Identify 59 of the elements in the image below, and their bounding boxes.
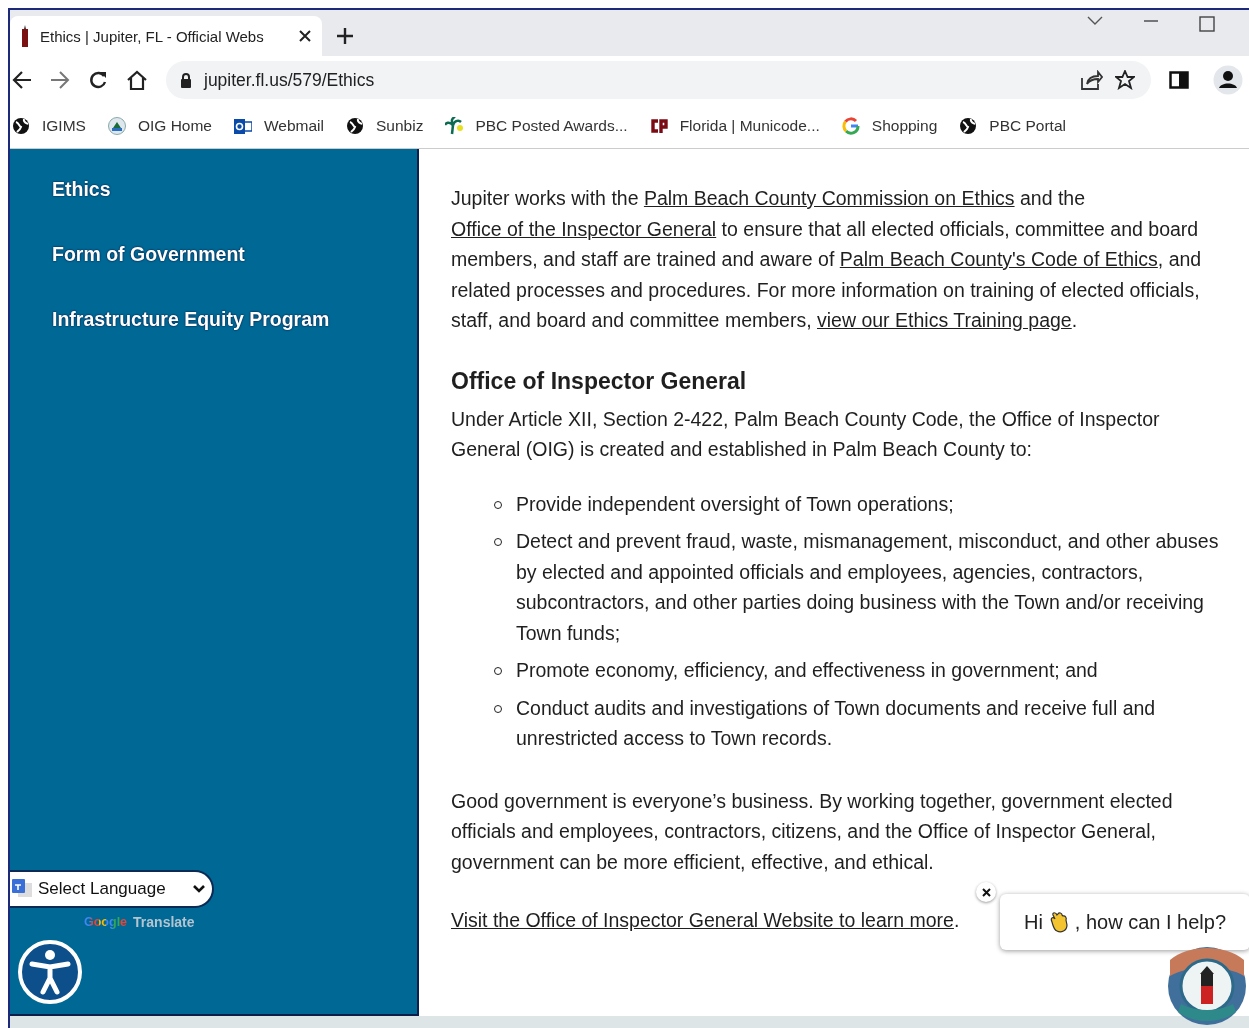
google-brand: Google	[84, 915, 128, 929]
star-icon[interactable]	[1115, 70, 1135, 90]
globe-icon	[12, 117, 30, 135]
paragraph: Jupiter works with the Palm Beach County Commission on Ethics and the Office of the Inspector General to ensure that all elected officials, committee and board members, and staff are trained and aware of Palm Beach County's Code of Ethics, and related processes and procedures. For more information on training of elected officials, staff, and board and committee members, view our Ethics Training page.	[451, 186, 1203, 333]
chat-text: , how can I help?	[1074, 910, 1227, 934]
link[interactable]: Palm Beach County Commission on Ethics	[643, 187, 1015, 209]
forward-arrow-icon[interactable]	[50, 71, 70, 89]
browser-tab[interactable]: Ethics | Jupiter, FL - Official Webs	[10, 16, 322, 56]
list-item-text: Provide independent oversight of Town operations;	[516, 492, 954, 515]
maximize-icon[interactable]	[1199, 16, 1215, 32]
globe-icon	[959, 117, 978, 135]
nav-link[interactable]: Form of Government	[10, 240, 417, 305]
share-icon[interactable]	[1081, 70, 1103, 90]
lock-icon	[180, 72, 192, 88]
home-icon[interactable]	[126, 70, 148, 90]
chevron-down-icon[interactable]	[1087, 16, 1103, 26]
list-item-text: Detect and prevent fraud, waste, mismanagement, misconduct, and other abuses by elected and appointed officials and employees, agencies, contractors, subcontractors, and other parties doing business with the Town and/or receiving Town funds;	[516, 530, 1219, 644]
close-button[interactable]	[976, 882, 996, 902]
link[interactable]: Office of the Inspector General	[451, 217, 717, 240]
bookmark[interactable]: Florida | Municode...	[649, 117, 820, 135]
globe-icon	[346, 117, 364, 135]
link[interactable]: view our Ethics Training page	[817, 309, 1072, 331]
list-item-text: Conduct audits and investigations of Town documents and receive full and unrestricted access to Town records.	[516, 696, 1156, 749]
new-tab-icon[interactable]	[336, 27, 354, 45]
paragraph: Good government is everyone’s business. By working together, government elected officials and employees, contractors, citizens, and the Office of Inspector General, government can be more efficient, effective, and ethical.	[451, 788, 1174, 875]
accessibility-icon[interactable]	[18, 940, 82, 1004]
section-heading: Office of Inspector General	[451, 366, 748, 396]
municode-icon	[649, 117, 668, 135]
chevron-down-icon	[192, 884, 206, 894]
bookmark[interactable]: PBC Posted Awards...	[445, 117, 628, 135]
nav-link[interactable]: Ethics	[10, 175, 417, 240]
side-panel-icon[interactable]	[1169, 71, 1189, 89]
nav-link[interactable]: Infrastructure Equity Program	[10, 305, 417, 370]
google-icon	[841, 117, 860, 135]
palm-tree-icon	[445, 117, 464, 135]
link[interactable]: Palm Beach County's Code of Ethics	[839, 248, 1158, 270]
bookmark[interactable]: PBC Portal	[959, 117, 1066, 135]
bookmark[interactable]: OIG Home	[107, 117, 212, 135]
translate-label: Translate	[133, 914, 195, 930]
mail-icon	[234, 117, 252, 135]
back-arrow-icon[interactable]	[12, 71, 32, 89]
town-seal-icon[interactable]	[1166, 946, 1248, 1026]
bookmark[interactable]: IGIMS	[12, 117, 86, 135]
bookmark[interactable]: Webmail	[234, 117, 324, 135]
list-item-text: Promote economy, efficiency, and effectiveness in government; and	[516, 659, 1098, 681]
bookmark[interactable]: Shopping	[841, 117, 938, 135]
bookmark[interactable]: Sunbiz	[346, 117, 424, 135]
lighthouse-icon	[20, 25, 30, 47]
reload-icon[interactable]	[88, 70, 108, 90]
language-select[interactable]: Select Language	[10, 870, 214, 908]
chat-bubble[interactable]: Hi , how can I help?	[1000, 894, 1249, 950]
paragraph: Under Article XII, Section 2-422, Palm Beach County Code, the Office of Inspector General (OIG) is created and established in Palm Beach County to:	[451, 406, 1161, 462]
translate-icon	[12, 879, 34, 899]
close-icon[interactable]	[298, 29, 312, 43]
profile-icon[interactable]	[1213, 65, 1243, 95]
close-icon	[981, 887, 991, 897]
link[interactable]: Visit the Office of Inspector General Website to learn more	[451, 909, 954, 931]
seal-icon	[107, 117, 126, 135]
chat-text: Hi	[1023, 910, 1043, 934]
